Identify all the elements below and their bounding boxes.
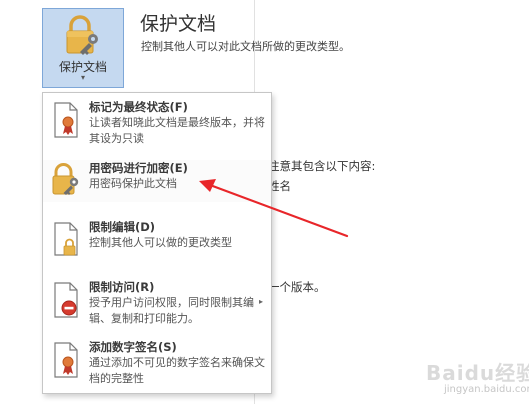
menu-item-add-signature[interactable]: 添加数字签名(S) 通过添加不可见的数字签名来确保文档的完整性 (43, 339, 271, 393)
menu-item-mark-final[interactable]: 标记为最终状态(F) 让读者知晓此文档是最终版本，并将其设为只读 (43, 99, 271, 155)
menu-item-restrict-editing[interactable]: 限制编辑(D) 控制其他人可以做的更改类型 (43, 219, 271, 259)
menu-item-encrypt-password[interactable]: 用密码进行加密(E) 用密码保护此文档 (43, 160, 271, 202)
protect-document-button[interactable]: 保护文档 ▾ (42, 8, 124, 88)
menu-item-description: 通过添加不可见的数字签名来确保文档的完整性 (89, 356, 265, 385)
document-ribbon-icon (51, 101, 81, 143)
lock-key-icon (50, 162, 84, 200)
baidu-jingyan-watermark: Baidu经验 jingyan.baidu.com (426, 357, 529, 401)
menu-item-description: 用密码保护此文档 (89, 177, 177, 190)
menu-item-description: 授予用户访问权限，同时限制其编辑、复制和打印能力。 (89, 296, 254, 325)
menu-item-title: 标记为最终状态(F) (89, 100, 188, 114)
background-text-3: 一个版本。 (268, 280, 326, 294)
menu-item-restrict-access[interactable]: 限制访问(R) 授予用户访问权限，同时限制其编辑、复制和打印能力。 ▸ (43, 279, 271, 335)
document-lock-icon (51, 221, 81, 261)
panel-description: 控制其他人可以对此文档所做的更改类型。 (141, 40, 350, 53)
submenu-arrow-icon: ▸ (258, 297, 263, 306)
menu-item-title: 限制编辑(D) (89, 220, 156, 234)
watermark-url: jingyan.baidu.com (444, 384, 529, 395)
panel-title: 保护文档 (140, 13, 217, 35)
chevron-down-icon: ▾ (80, 73, 85, 82)
watermark-brand: Baidu经验 (426, 361, 529, 385)
document-signature-icon (51, 341, 81, 383)
menu-item-description: 控制其他人可以做的更改类型 (89, 236, 232, 249)
menu-item-description: 让读者知晓此文档是最终版本，并将其设为只读 (89, 116, 265, 145)
menu-item-title: 用密码进行加密(E) (89, 161, 188, 175)
protect-document-menu: 标记为最终状态(F) 让读者知晓此文档是最终版本，并将其设为只读 用密码进行加密… (42, 92, 272, 394)
background-text-1: 注意其包含以下内容: (268, 159, 376, 173)
lock-key-icon (64, 15, 104, 61)
menu-item-title: 添加数字签名(S) (89, 340, 177, 354)
document-restrict-icon (51, 281, 81, 323)
menu-item-title: 限制访问(R) (89, 280, 155, 294)
